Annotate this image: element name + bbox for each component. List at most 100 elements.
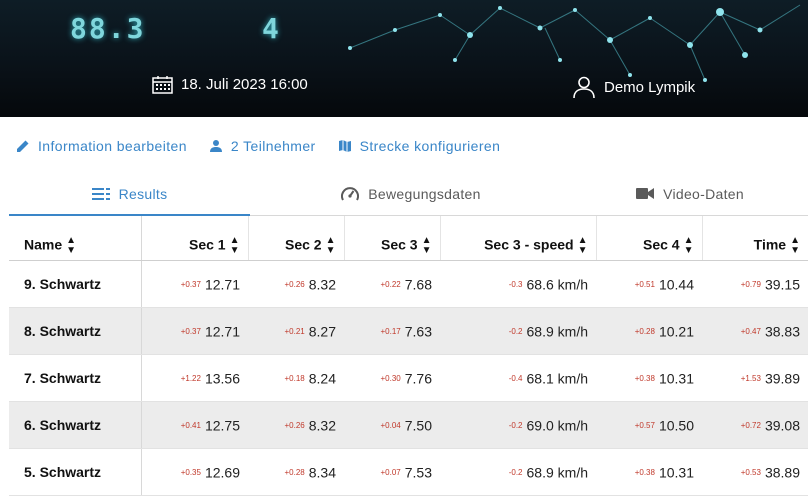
delta-value: +0.22	[380, 279, 401, 289]
sec3-speed-cell: -0.2 68.9 km/h	[440, 307, 596, 355]
column-header-name[interactable]: Name ▲ ▼	[9, 216, 141, 261]
sec2-cell: +0.26 8.32	[248, 260, 344, 308]
delta-value: +0.51	[634, 279, 655, 289]
edit-information-label: Information bearbeiten	[38, 138, 187, 154]
sort-icon: ▲ ▼	[325, 234, 336, 256]
pencil-icon	[17, 140, 29, 152]
sec3-speed-cell: -0.2 68.9 km/h	[440, 448, 596, 496]
tab-video-data-label: Video-Daten	[663, 185, 744, 202]
action-bar: Information bearbeiten 2 Teilnehmer Stre…	[16, 138, 522, 154]
sec3-cell: +0.30 7.76	[344, 354, 440, 402]
table-row[interactable]: 6. Schwartz +0.41 12.75 +0.26 8.32 +0.04 7.…	[9, 401, 808, 449]
time-value: 8.27	[308, 323, 336, 340]
tab-results-label: Results	[118, 185, 168, 202]
sec4-cell: +0.28 10.21	[596, 307, 702, 355]
delta-value: +0.30	[380, 373, 401, 383]
sec1-cell: +0.37 12.71	[140, 307, 248, 355]
table-row[interactable]: 5. Schwartz +0.35 12.69 +0.28 8.34 +0.07 7.…	[9, 448, 808, 496]
time-value: 10.31	[658, 464, 694, 481]
time-value: 10.50	[658, 417, 694, 434]
sort-icon: ▲ ▼	[577, 234, 588, 256]
sec1-cell: +0.37 12.71	[140, 260, 248, 308]
speed-value: 68.6 km/h	[526, 276, 588, 293]
delta-value: +0.21	[284, 326, 305, 336]
time-value: 7.76	[404, 370, 432, 387]
delta-value: +0.72	[740, 420, 761, 430]
table-row[interactable]: 8. Schwartz +0.37 12.71 +0.21 8.27 +0.17 7.…	[9, 307, 808, 355]
scoreboard-digits-right: 4	[262, 12, 281, 45]
speed-value: 68.9 km/h	[526, 323, 588, 340]
delta-value: +0.37	[180, 279, 201, 289]
edit-information-link[interactable]: Information bearbeiten	[16, 138, 187, 154]
delta-value: +0.26	[284, 420, 305, 430]
athlete-name: 5. Schwartz	[9, 448, 141, 496]
tab-motion-data-label: Bewegungsdaten	[368, 185, 481, 202]
time-value: 12.69	[204, 464, 240, 481]
configure-route-label: Strecke konfigurieren	[359, 138, 501, 154]
tab-video-data[interactable]: Video-Daten	[572, 172, 808, 215]
column-header-sec1[interactable]: Sec 1 ▲ ▼	[140, 216, 248, 261]
sec1-cell: +1.22 13.56	[140, 354, 248, 402]
tab-motion-data[interactable]: Bewegungsdaten	[250, 172, 572, 215]
time-value: 10.21	[658, 323, 694, 340]
delta-value: +0.38	[634, 467, 655, 477]
table-row[interactable]: 7. Schwartz +1.22 13.56 +0.18 8.24 +0.30 7.…	[9, 354, 808, 402]
athlete-name: 7. Schwartz	[9, 354, 141, 402]
sec2-cell: +0.21 8.27	[248, 307, 344, 355]
scoreboard-digits-left: 88.3	[70, 12, 146, 45]
map-icon	[338, 140, 351, 152]
sec4-cell: +0.38 10.31	[596, 448, 702, 496]
delta-value: +0.28	[284, 467, 305, 477]
delta-value: -0.2	[508, 467, 523, 477]
total-time-cell: +0.47 38.83	[702, 307, 808, 355]
speed-value: 69.0 km/h	[526, 417, 588, 434]
delta-value: +0.57	[634, 420, 655, 430]
time-value: 39.08	[764, 417, 800, 434]
column-header-sec3-speed[interactable]: Sec 3 - speed ▲ ▼	[439, 216, 596, 261]
time-value: 8.24	[308, 370, 336, 387]
time-value: 38.83	[764, 323, 800, 340]
user-info[interactable]: Demo Lympik	[572, 75, 695, 99]
sec3-speed-cell: -0.3 68.6 km/h	[440, 260, 596, 308]
tab-results[interactable]: Results	[9, 172, 250, 216]
sec3-speed-cell: -0.2 69.0 km/h	[440, 401, 596, 449]
sec3-cell: +0.17 7.63	[344, 307, 440, 355]
delta-value: +0.04	[380, 420, 401, 430]
column-header-sec3[interactable]: Sec 3 ▲ ▼	[343, 216, 440, 261]
time-value: 7.68	[404, 276, 432, 293]
speedometer-icon	[341, 186, 360, 200]
table-header-row: Name ▲ ▼ Sec 1 ▲ ▼ Sec 2 ▲ ▼ Sec 3 ▲ ▼ Sec 3 - s…	[9, 216, 808, 261]
delta-value: +0.53	[740, 467, 761, 477]
participants-label: 2 Teilnehmer	[230, 138, 316, 154]
time-value: 12.71	[204, 276, 240, 293]
delta-value: +0.28	[634, 326, 655, 336]
sec3-speed-cell: -0.4 68.1 km/h	[440, 354, 596, 402]
participants-link[interactable]: 2 Teilnehmer	[209, 138, 316, 154]
video-camera-icon	[636, 188, 655, 199]
delta-value: +0.17	[380, 326, 401, 336]
column-header-sec4[interactable]: Sec 4 ▲ ▼	[595, 216, 702, 261]
time-value: 10.31	[658, 370, 694, 387]
delta-value: +0.18	[284, 373, 305, 383]
total-time-cell: +0.72 39.08	[702, 401, 808, 449]
column-header-sec2[interactable]: Sec 2 ▲ ▼	[247, 216, 344, 261]
delta-value: -0.3	[508, 279, 523, 289]
sec4-cell: +0.38 10.31	[596, 354, 702, 402]
athlete-name: 8. Schwartz	[9, 307, 141, 355]
delta-value: +0.07	[380, 467, 401, 477]
time-value: 7.63	[404, 323, 432, 340]
time-value: 8.32	[308, 417, 336, 434]
column-header-time[interactable]: Time ▲ ▼	[701, 216, 808, 261]
total-time-cell: +0.79 39.15	[702, 260, 808, 308]
tab-bar: Results Bewegungsdaten Video-Daten	[9, 172, 808, 216]
table-row[interactable]: 9. Schwartz +0.37 12.71 +0.26 8.32 +0.22 7.…	[9, 260, 808, 308]
sec3-cell: +0.22 7.68	[344, 260, 440, 308]
results-table: Name ▲ ▼ Sec 1 ▲ ▼ Sec 2 ▲ ▼ Sec 3 ▲ ▼ Sec 3 - s…	[9, 216, 808, 496]
delta-value: +0.79	[740, 279, 761, 289]
total-time-cell: +0.53 38.89	[702, 448, 808, 496]
header-banner: 88.3 4 18. Juli 2023 16:00 Demo Lympik	[0, 0, 808, 117]
delta-value: +0.35	[180, 467, 201, 477]
configure-route-link[interactable]: Strecke konfigurieren	[338, 138, 501, 154]
user-name: Demo Lympik	[604, 78, 696, 96]
sec4-cell: +0.51 10.44	[596, 260, 702, 308]
